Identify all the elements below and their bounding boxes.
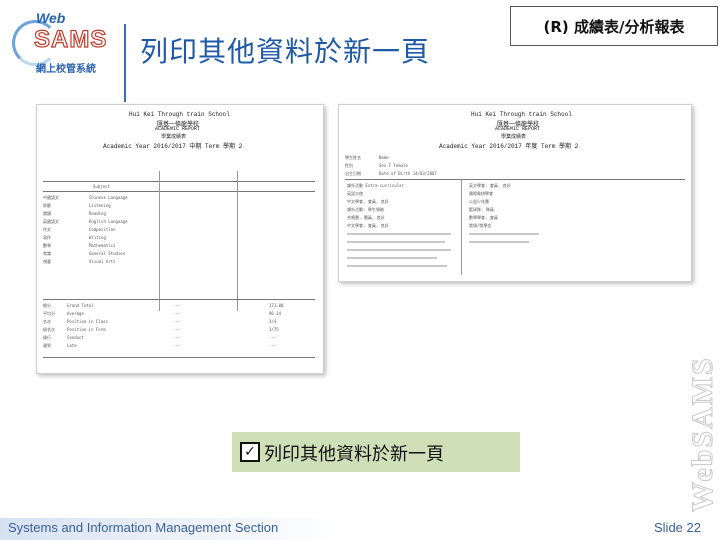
subject-zh: 中國語文	[43, 195, 59, 200]
field-label: 學生姓名	[345, 155, 361, 160]
total-zh: 平均分	[43, 311, 55, 316]
logo-sams-text: SAMS	[33, 25, 108, 53]
total-value: ---	[173, 303, 181, 308]
activity-item: 籃球隊, 隊員	[469, 207, 494, 212]
subject-en: Visual Arts	[89, 259, 116, 264]
total-en: Average	[67, 311, 84, 316]
websams-watermark: WebSAMS	[686, 356, 720, 513]
total-value: 3/4	[269, 319, 277, 324]
school-name-en: Hui Kei Through train School	[471, 111, 572, 118]
total-value: 1/75	[269, 327, 279, 332]
activity-item: 中文學會, 會員, 良好	[347, 199, 389, 204]
total-value: ---	[173, 327, 181, 332]
activity-item: 課外活動 Extra-curricular	[347, 183, 404, 188]
activity-item: 英文學會, 會員, 良好	[469, 183, 511, 188]
total-en: Conduct	[67, 335, 84, 340]
field-label: 性別	[345, 163, 353, 168]
report-title-zh: 學業成績表	[161, 134, 187, 140]
total-value: ---	[173, 319, 181, 324]
field-value: Sex F Female	[379, 163, 408, 168]
checkbox-checked-icon[interactable]: ✓	[240, 442, 260, 462]
field-value: Date of Birth 14/03/2007	[379, 171, 437, 176]
total-en: Position in Class	[67, 319, 108, 324]
academic-year: Academic Year 2016/2017 年度 Term 學期 2	[439, 143, 579, 150]
activity-item: 公益少年團	[469, 199, 489, 204]
school-name-en: Hui Kei Through train School	[129, 111, 230, 118]
total-value: ---	[173, 311, 181, 316]
total-en: Grand Total	[67, 303, 94, 308]
subject-zh: 寫作	[43, 235, 51, 240]
subject-en: English Language	[89, 219, 128, 224]
subject-en: Reading	[89, 211, 106, 216]
subject-en: Listening	[89, 203, 111, 208]
logo-web-text: Web	[36, 10, 66, 26]
total-zh: 遲到	[43, 343, 51, 348]
subject-zh: 閱讀	[43, 211, 51, 216]
report-title-en: ACADEMIC REPORT	[495, 126, 541, 132]
total-value: ---	[269, 335, 277, 340]
option-label: 列印其他資料於新一頁	[264, 444, 444, 465]
field-label: 出生日期	[345, 171, 361, 176]
total-value: 171.00	[269, 303, 284, 308]
websams-logo: Web SAMS 網上校管系統	[6, 8, 118, 80]
activity-item: 數學學會, 會員	[469, 215, 498, 220]
report-title-zh: 學業成績表	[501, 134, 527, 140]
subject-en: Composition	[89, 227, 116, 232]
subject-en: Writing	[89, 235, 106, 240]
page-title: 列印其他資料於新一頁	[140, 35, 431, 68]
total-en: Position in Form	[67, 327, 106, 332]
title-divider	[124, 24, 126, 102]
subject-en: Chinese Language	[89, 195, 128, 200]
activity-item: 合唱團, 團員, 良好	[347, 215, 385, 220]
activity-item: 獎項/獎學金	[469, 223, 492, 228]
total-zh: 級名次	[43, 327, 55, 332]
subject-header: Subject	[93, 184, 110, 189]
activity-item: 中文學會, 會員, 良好	[347, 223, 389, 228]
print-new-page-option[interactable]: ✓ 列印其他資料於新一頁	[232, 432, 520, 472]
subject-zh: 英國語文	[43, 219, 59, 224]
total-zh: 操行	[43, 335, 51, 340]
subject-en: Mathematics	[89, 243, 116, 248]
total-value: ---	[173, 335, 181, 340]
total-value: 96.14	[269, 311, 282, 316]
section-badge: (R) 成績表/分析報表	[510, 6, 718, 46]
field-value: Name	[379, 155, 389, 160]
subject-en: General Studies	[89, 251, 126, 256]
slide-number: Slide 22	[654, 520, 701, 535]
activity-item: 國際象棋學會	[469, 191, 493, 196]
total-en: Late	[67, 343, 77, 348]
subject-zh: 常識	[43, 251, 51, 256]
subject-zh: 數學	[43, 243, 51, 248]
total-value: ---	[269, 343, 277, 348]
academic-year: Academic Year 2016/2017 中期 Term 學期 2	[103, 143, 243, 150]
total-zh: 總分	[43, 303, 51, 308]
activity-item: 英語大使	[347, 191, 363, 196]
subject-zh: 作文	[43, 227, 51, 232]
subject-zh: 聆聽	[43, 203, 51, 208]
footer-department: Systems and Information Management Secti…	[8, 520, 279, 535]
report-preview-right: Hui Kei Through train School 匯基一條龍學校 ACA…	[338, 104, 692, 282]
activity-item: 課外活動: 學生領袖	[347, 207, 384, 212]
total-value: ---	[173, 343, 181, 348]
total-zh: 名次	[43, 319, 51, 324]
report-title-en: ACADEMIC REPORT	[155, 126, 201, 132]
logo-subtitle: 網上校管系統	[36, 64, 96, 75]
report-preview-left: Hui Kei Through train School 匯基一條龍學校 ACA…	[36, 104, 324, 374]
subject-zh: 視藝	[43, 259, 51, 264]
